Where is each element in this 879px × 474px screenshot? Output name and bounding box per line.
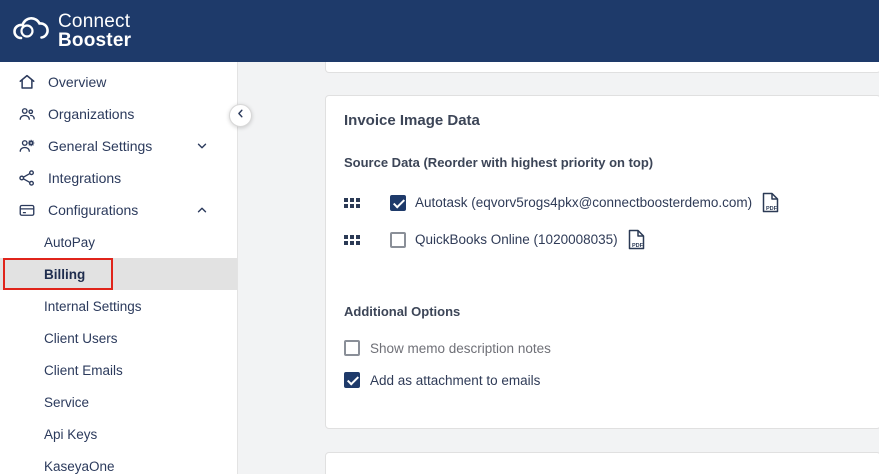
sidebar-item-label: Overview bbox=[48, 74, 107, 90]
sidebar-item-client-emails[interactable]: Client Emails bbox=[0, 354, 237, 386]
svg-text:PDF: PDF bbox=[632, 243, 644, 249]
drag-handle-icon[interactable] bbox=[344, 197, 360, 208]
sidebar-collapse-button[interactable] bbox=[229, 104, 252, 127]
sidebar-item-general-settings[interactable]: General Settings bbox=[0, 130, 237, 162]
sidebar-item-organizations[interactable]: Organizations bbox=[0, 98, 237, 130]
pdf-icon[interactable]: PDF bbox=[628, 229, 645, 250]
next-card-edge bbox=[325, 452, 879, 474]
sidebar-item-label: Client Emails bbox=[44, 362, 123, 378]
previous-card-edge bbox=[325, 62, 879, 73]
sidebar: Overview Organizations General Settings bbox=[0, 62, 238, 474]
additional-options-heading: Additional Options bbox=[344, 304, 461, 319]
sidebar-item-internal-settings[interactable]: Internal Settings bbox=[0, 290, 237, 322]
sidebar-item-label: Internal Settings bbox=[44, 298, 142, 314]
source-row-quickbooks: QuickBooks Online (1020008035) PDF bbox=[344, 221, 862, 258]
sidebar-item-kaseyaone[interactable]: KaseyaOne bbox=[0, 450, 237, 474]
option-label: Add as attachment to emails bbox=[370, 372, 541, 388]
pdf-icon[interactable]: PDF bbox=[762, 192, 779, 213]
billing-card-icon bbox=[18, 201, 36, 219]
drag-handle-icon[interactable] bbox=[344, 234, 360, 245]
brand-name: Connect Booster bbox=[58, 11, 132, 51]
svg-text:PDF: PDF bbox=[766, 206, 778, 212]
sidebar-item-label: Api Keys bbox=[44, 426, 98, 442]
option-row-memo-notes: Show memo description notes bbox=[344, 335, 862, 361]
sidebar-item-label: AutoPay bbox=[44, 234, 96, 250]
sidebar-item-billing[interactable]: Billing bbox=[0, 258, 237, 290]
add-attachment-checkbox[interactable] bbox=[344, 372, 360, 388]
sidebar-item-label: General Settings bbox=[48, 138, 153, 154]
sidebar-item-label: Organizations bbox=[48, 106, 135, 122]
option-label: Show memo description notes bbox=[370, 340, 551, 356]
sidebar-item-label: Integrations bbox=[48, 170, 122, 186]
card-title: Invoice Image Data bbox=[344, 112, 480, 129]
sidebar-item-client-users[interactable]: Client Users bbox=[0, 322, 237, 354]
sidebar-item-label: Service bbox=[44, 394, 90, 410]
app-header: Connect Booster bbox=[0, 0, 879, 62]
sidebar-item-integrations[interactable]: Integrations bbox=[0, 162, 237, 194]
source-data-heading: Source Data (Reorder with highest priori… bbox=[344, 155, 654, 170]
chevron-up-icon bbox=[195, 203, 209, 217]
quickbooks-checkbox[interactable] bbox=[390, 231, 406, 248]
brand-logo: Connect Booster bbox=[10, 12, 131, 50]
integration-icon bbox=[18, 169, 36, 187]
chevron-down-icon bbox=[195, 139, 209, 153]
option-row-attachment: Add as attachment to emails bbox=[344, 367, 862, 393]
home-icon bbox=[18, 73, 36, 91]
chevron-left-icon bbox=[234, 107, 247, 125]
sidebar-item-autopay[interactable]: AutoPay bbox=[0, 226, 237, 258]
sidebar-item-configurations[interactable]: Configurations bbox=[0, 194, 237, 226]
cloud-logo-icon bbox=[10, 14, 52, 49]
autotask-checkbox[interactable] bbox=[390, 194, 406, 211]
sidebar-item-label: Client Users bbox=[44, 330, 118, 346]
people-gear-icon bbox=[18, 137, 36, 155]
invoice-image-data-card: Invoice Image Data Source Data (Reorder … bbox=[325, 95, 879, 429]
show-memo-notes-checkbox[interactable] bbox=[344, 340, 360, 356]
sidebar-item-label: Billing bbox=[44, 266, 86, 282]
source-label: QuickBooks Online (1020008035) bbox=[415, 232, 618, 247]
sidebar-item-label: KaseyaOne bbox=[44, 458, 115, 474]
sidebar-item-label: Configurations bbox=[48, 202, 139, 218]
source-row-autotask: Autotask (eqvorv5rogs4pkx@connectbooster… bbox=[344, 184, 862, 221]
sidebar-item-api-keys[interactable]: Api Keys bbox=[0, 418, 237, 450]
sidebar-item-service[interactable]: Service bbox=[0, 386, 237, 418]
main-content: Invoice Image Data Source Data (Reorder … bbox=[239, 62, 879, 474]
sidebar-item-overview[interactable]: Overview bbox=[0, 66, 237, 98]
source-label: Autotask (eqvorv5rogs4pkx@connectbooster… bbox=[415, 195, 753, 210]
people-icon bbox=[18, 105, 36, 123]
